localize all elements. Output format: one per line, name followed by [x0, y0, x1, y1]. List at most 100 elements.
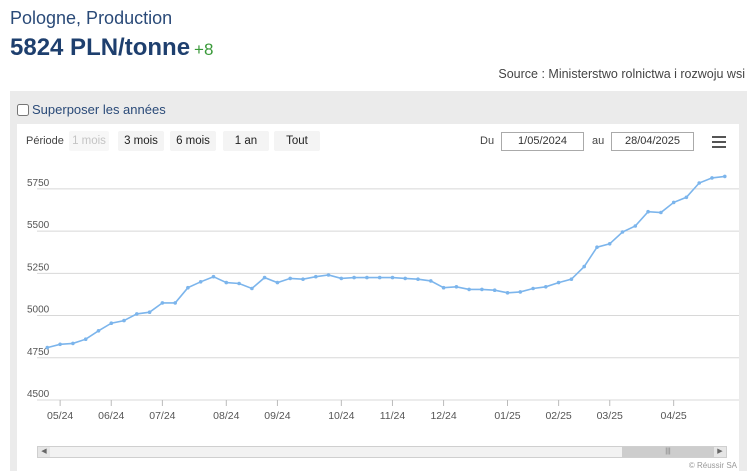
- data-point: [480, 287, 484, 292]
- page-title: Pologne, Production: [10, 8, 173, 28]
- chart-panel: Superposer les années Période 1 mois 3 m…: [10, 91, 747, 471]
- data-point: [441, 285, 446, 290]
- x-tick-label: 04/25: [661, 410, 687, 422]
- data-point: [135, 312, 139, 316]
- data-point: [326, 273, 331, 277]
- data-point: [58, 342, 62, 347]
- data-point: [646, 209, 650, 214]
- data-point: [288, 276, 293, 281]
- data-point: [339, 276, 344, 281]
- chart-scrollbar[interactable]: ◀ ||| ▶: [37, 446, 727, 458]
- data-point: [723, 174, 727, 179]
- data-point: [582, 264, 586, 269]
- data-point: [518, 290, 523, 294]
- periode-label: Période: [26, 135, 64, 147]
- series-line: [47, 175, 725, 349]
- data-point: [147, 310, 152, 314]
- scroll-right-icon[interactable]: ▶: [714, 447, 726, 457]
- price-text: 5824 PLN/tonne: [10, 34, 191, 61]
- y-tick-label: 5000: [27, 305, 50, 316]
- data-point: [633, 224, 638, 228]
- x-tick-label: 01/25: [494, 410, 520, 422]
- chart-card: Période 1 mois 3 mois 6 mois 1 an Tout D…: [17, 124, 739, 471]
- data-point: [71, 341, 75, 346]
- data-point: [429, 279, 433, 283]
- range-6-months-button[interactable]: 6 mois: [170, 131, 216, 151]
- data-point: [684, 195, 689, 200]
- to-date-label: au: [592, 135, 605, 147]
- range-3-months-button[interactable]: 3 mois: [118, 131, 164, 151]
- x-tick-label: 07/24: [149, 410, 175, 422]
- data-point: [467, 287, 471, 292]
- data-point: [198, 280, 203, 284]
- data-point: [314, 274, 318, 279]
- data-point: [403, 276, 408, 281]
- data-point: [659, 210, 663, 215]
- data-point: [250, 286, 254, 291]
- y-tick-label: 5250: [27, 262, 50, 273]
- scroll-left-icon[interactable]: ◀: [38, 447, 50, 457]
- credit-text: © Réussir SA: [688, 461, 737, 470]
- hamburger-menu-icon[interactable]: [712, 136, 726, 148]
- y-tick-label: 5500: [27, 220, 50, 231]
- data-point: [416, 277, 420, 281]
- data-point: [697, 181, 701, 185]
- to-date-input[interactable]: 28/04/2025: [611, 132, 694, 151]
- y-axis-labels: 450047505000525055005750: [27, 178, 50, 400]
- x-tick-label: 05/24: [47, 410, 73, 422]
- from-date-input[interactable]: 1/05/2024: [501, 132, 584, 151]
- data-point: [607, 242, 612, 246]
- x-tick-label: 03/25: [597, 410, 623, 422]
- x-tick-label: 09/24: [264, 410, 290, 422]
- data-point: [262, 275, 267, 280]
- overlay-years-toggle[interactable]: Superposer les années: [17, 102, 166, 117]
- data-point: [710, 176, 714, 180]
- data-point: [390, 275, 395, 280]
- chart-toolbar: Période 1 mois 3 mois 6 mois 1 an Tout D…: [17, 124, 739, 158]
- data-point: [595, 245, 599, 249]
- data-point: [275, 280, 280, 285]
- data-point: [671, 200, 676, 205]
- x-tick-label: 08/24: [213, 410, 239, 422]
- from-date-label: Du: [480, 135, 495, 147]
- x-tick-label: 02/25: [545, 410, 571, 422]
- y-tick-label: 5750: [27, 178, 50, 189]
- x-tick-label: 10/24: [328, 410, 354, 422]
- data-point: [531, 286, 535, 291]
- data-point: [365, 275, 369, 280]
- range-1-year-button[interactable]: 1 an: [223, 131, 269, 151]
- data-point: [569, 277, 574, 281]
- data-point: [352, 275, 356, 280]
- grid-lines: [37, 188, 739, 401]
- data-point: [122, 318, 126, 323]
- data-point: [620, 230, 625, 234]
- y-tick-label: 4500: [27, 389, 50, 400]
- data-point: [224, 280, 229, 285]
- data-point: [492, 288, 497, 292]
- data-point: [186, 285, 190, 290]
- data-point: [556, 280, 561, 285]
- data-point: [301, 277, 305, 281]
- x-tick-label: 11/24: [380, 410, 406, 422]
- price-value: 5824 PLN/tonne +8: [10, 34, 213, 62]
- data-point: [505, 291, 510, 295]
- price-change: +8: [194, 40, 214, 59]
- data-point: [109, 321, 114, 325]
- range-all-button[interactable]: Tout: [274, 131, 320, 151]
- data-point: [96, 329, 101, 333]
- data-point: [45, 345, 50, 350]
- data-point: [377, 275, 382, 280]
- series-points: [45, 174, 727, 350]
- scroll-thumb[interactable]: |||: [622, 447, 714, 457]
- x-tick-label: 12/24: [430, 410, 456, 422]
- line-chart: 450047505000525055005750 05/24 06/24 07/24…: [27, 174, 739, 422]
- source-text: Source : Ministerstwo rolnictwa i rozwoj…: [498, 67, 745, 81]
- overlay-years-checkbox[interactable]: [17, 103, 29, 116]
- data-point: [83, 337, 88, 341]
- data-point: [173, 301, 177, 305]
- range-1-month-button[interactable]: 1 mois: [69, 131, 109, 151]
- data-point: [211, 274, 216, 279]
- x-tick-label: 06/24: [98, 410, 124, 422]
- overlay-years-label: Superposer les années: [32, 102, 166, 117]
- data-point: [544, 285, 548, 289]
